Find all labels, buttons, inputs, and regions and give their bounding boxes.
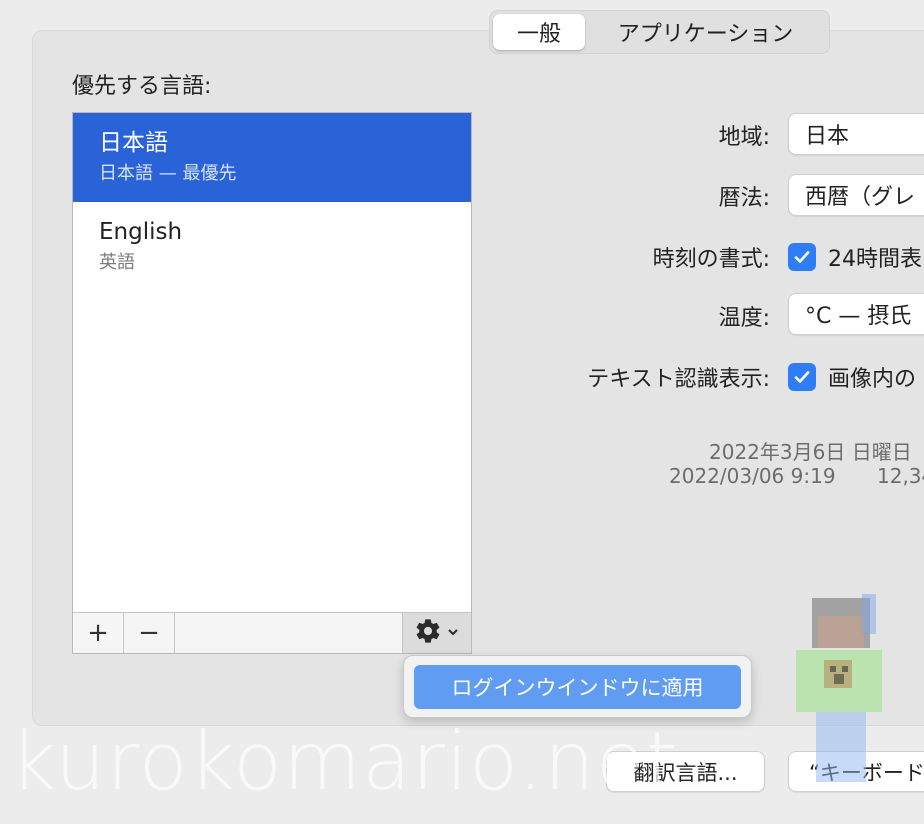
chevron-down-icon bbox=[446, 624, 460, 643]
character-watermark-image bbox=[796, 594, 882, 782]
apply-to-login-window-item[interactable]: ログインウインドウに適用 bbox=[414, 665, 741, 709]
gear-icon bbox=[414, 617, 442, 649]
language-list[interactable]: 日本語 日本語 — 最優先 English 英語 + − bbox=[72, 112, 472, 654]
language-row-english[interactable]: English 英語 bbox=[73, 202, 471, 291]
time-format-checkbox[interactable] bbox=[788, 243, 816, 271]
region-select[interactable]: 日本 bbox=[788, 113, 924, 155]
remove-language-button[interactable]: − bbox=[124, 613, 175, 653]
language-row-japanese[interactable]: 日本語 日本語 — 最優先 bbox=[73, 113, 471, 202]
calendar-select[interactable]: 西暦（グレ bbox=[788, 174, 924, 216]
temperature-label: 温度: bbox=[718, 306, 770, 331]
checkmark-icon bbox=[794, 251, 810, 263]
add-language-button[interactable]: + bbox=[73, 613, 124, 653]
language-detail: 日本語 — 最優先 bbox=[99, 163, 237, 184]
tab-general[interactable]: 一般 bbox=[493, 14, 585, 50]
live-text-label: テキスト認識表示: bbox=[587, 367, 770, 392]
temperature-select[interactable]: °C — 摂氏 bbox=[788, 293, 924, 335]
language-name: 日本語 bbox=[99, 130, 168, 156]
live-text-text: 画像内の bbox=[828, 367, 917, 392]
toolbar-spacer bbox=[175, 613, 403, 653]
live-text-checkbox[interactable] bbox=[788, 363, 816, 391]
sample-short-datetime: 2022/03/06 9:19 bbox=[669, 464, 836, 488]
sample-long-date: 2022年3月6日 日曜日 bbox=[709, 440, 912, 464]
checkmark-icon bbox=[794, 371, 810, 383]
time-format-option[interactable]: 24時間表 bbox=[788, 241, 922, 273]
tab-apps[interactable]: アプリケーション bbox=[585, 14, 826, 50]
gear-menu-button[interactable] bbox=[403, 613, 471, 653]
site-watermark: kurokomario.net bbox=[10, 715, 679, 808]
tab-bar: 一般 アプリケーション bbox=[489, 10, 830, 54]
preferred-languages-heading: 優先する言語: bbox=[72, 74, 212, 99]
live-text-option[interactable]: 画像内の bbox=[788, 361, 916, 393]
region-label: 地域: bbox=[718, 125, 770, 150]
time-format-label: 時刻の書式: bbox=[652, 247, 770, 272]
gear-popup-menu: ログインウインドウに適用 bbox=[403, 655, 752, 718]
time-format-text: 24時間表 bbox=[828, 247, 922, 272]
language-detail: 英語 bbox=[99, 252, 135, 273]
calendar-label: 暦法: bbox=[718, 186, 770, 211]
language-name: English bbox=[99, 219, 183, 245]
list-toolbar: + − bbox=[73, 612, 471, 653]
sample-number: 12,34 bbox=[877, 464, 924, 488]
